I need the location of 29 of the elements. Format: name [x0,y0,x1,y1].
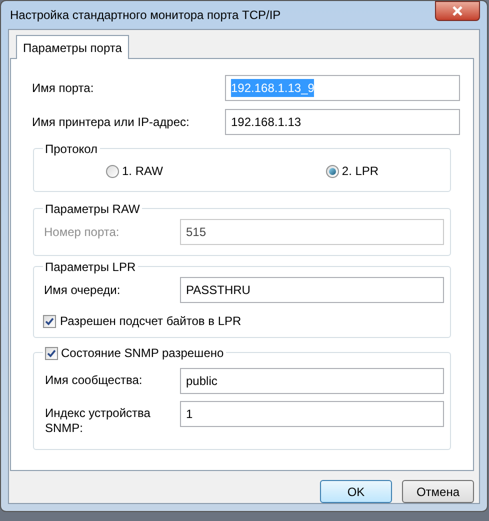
radio-option[interactable]: 2. LPR [326,162,379,180]
tab[interactable]: Параметры порта [16,35,129,59]
checkbox[interactable] [45,346,58,360]
window-title: Настройка стандартного монитора порта TCP/IP [9,7,281,24]
checkbox[interactable] [43,314,56,328]
input-field[interactable]: public [180,368,444,394]
checkbox-label: Состояние SNMP разрешено [61,345,224,362]
field-label: Имя очереди: [44,282,122,299]
field-label: Имя порта: [32,80,95,97]
field-label: Номер порта: [44,224,120,241]
group-title: Параметры LPR [45,259,136,276]
input-field[interactable]: 1 [180,401,444,427]
group-title: Параметры RAW [45,201,140,218]
close-button[interactable] [435,1,480,21]
input-field[interactable]: PASSTHRU [180,277,444,303]
checkbox-label: Разрешен подсчет байтов в LPR [60,313,242,330]
checkmark-icon [45,316,54,326]
close-icon [452,6,463,16]
radio-option[interactable]: 1. RAW [106,162,163,180]
group-title: Протокол [45,141,98,158]
field-label: Имя сообщества: [45,372,144,388]
field-label: Индекс устройства SNMP: [45,405,152,436]
dialog-button[interactable]: OK [320,480,392,503]
field-label: Имя принтера или IP-адрес: [32,114,190,131]
input-field[interactable]: 192.168.1.13 [225,109,460,135]
radio-button[interactable] [326,164,339,178]
radio-button[interactable] [106,164,119,178]
dialog-button[interactable]: Отмена [402,480,474,503]
checkmark-icon [47,348,56,358]
